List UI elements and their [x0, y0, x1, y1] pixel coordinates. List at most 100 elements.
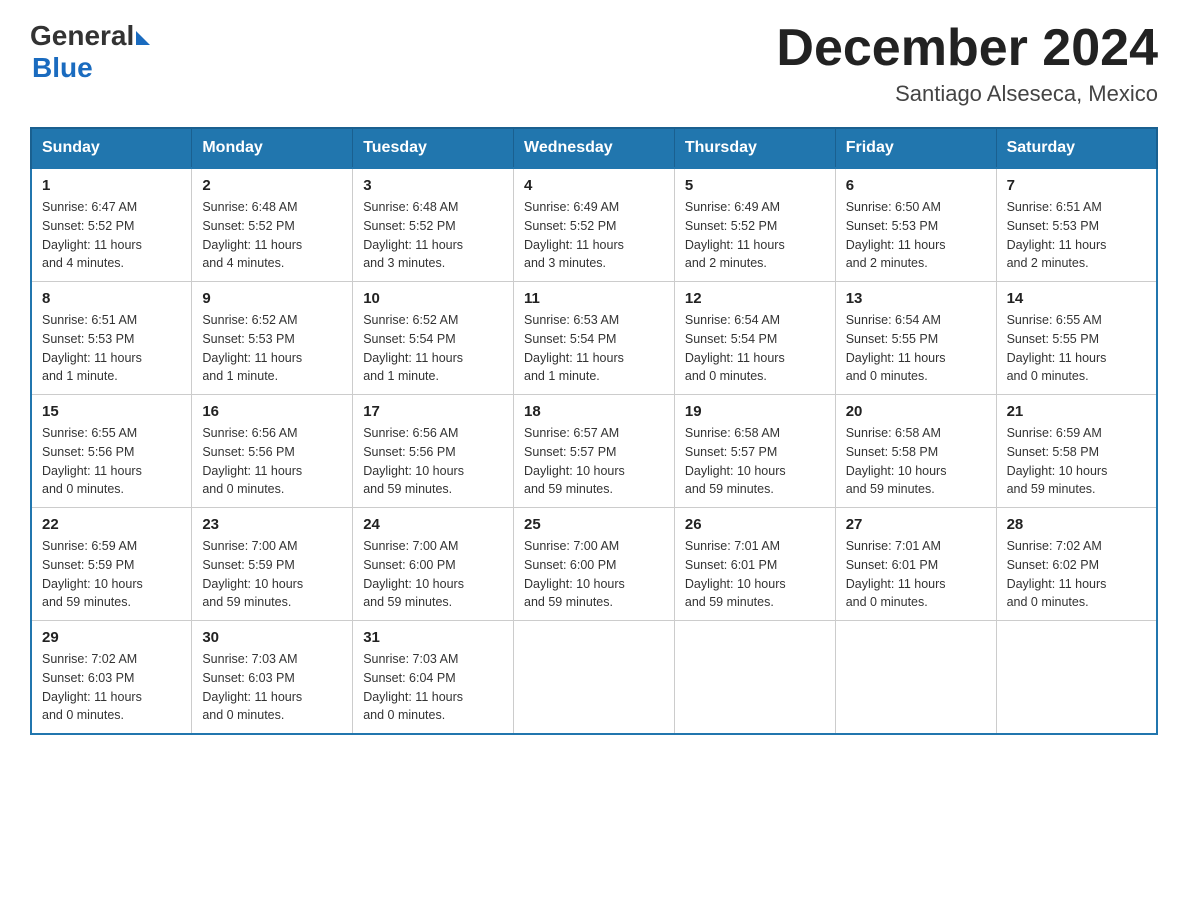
table-cell: 10 Sunrise: 6:52 AMSunset: 5:54 PMDaylig… [353, 282, 514, 395]
day-number: 17 [363, 403, 503, 420]
table-cell [835, 621, 996, 735]
day-number: 16 [202, 403, 342, 420]
day-info: Sunrise: 7:01 AMSunset: 6:01 PMDaylight:… [846, 537, 986, 612]
day-info: Sunrise: 7:02 AMSunset: 6:03 PMDaylight:… [42, 650, 181, 725]
day-info: Sunrise: 7:03 AMSunset: 6:04 PMDaylight:… [363, 650, 503, 725]
calendar-table: Sunday Monday Tuesday Wednesday Thursday… [30, 127, 1158, 735]
col-tuesday: Tuesday [353, 128, 514, 168]
table-cell [996, 621, 1157, 735]
day-info: Sunrise: 6:48 AMSunset: 5:52 PMDaylight:… [363, 198, 503, 273]
table-cell [674, 621, 835, 735]
table-cell: 7 Sunrise: 6:51 AMSunset: 5:53 PMDayligh… [996, 168, 1157, 282]
day-info: Sunrise: 7:03 AMSunset: 6:03 PMDaylight:… [202, 650, 342, 725]
day-number: 21 [1007, 403, 1146, 420]
day-info: Sunrise: 6:49 AMSunset: 5:52 PMDaylight:… [524, 198, 664, 273]
day-number: 3 [363, 177, 503, 194]
day-number: 28 [1007, 516, 1146, 533]
day-info: Sunrise: 7:00 AMSunset: 6:00 PMDaylight:… [363, 537, 503, 612]
table-cell: 8 Sunrise: 6:51 AMSunset: 5:53 PMDayligh… [31, 282, 192, 395]
day-number: 6 [846, 177, 986, 194]
col-saturday: Saturday [996, 128, 1157, 168]
table-cell: 22 Sunrise: 6:59 AMSunset: 5:59 PMDaylig… [31, 508, 192, 621]
table-cell: 31 Sunrise: 7:03 AMSunset: 6:04 PMDaylig… [353, 621, 514, 735]
table-cell: 29 Sunrise: 7:02 AMSunset: 6:03 PMDaylig… [31, 621, 192, 735]
day-info: Sunrise: 6:47 AMSunset: 5:52 PMDaylight:… [42, 198, 181, 273]
day-info: Sunrise: 6:55 AMSunset: 5:55 PMDaylight:… [1007, 311, 1146, 386]
table-cell: 14 Sunrise: 6:55 AMSunset: 5:55 PMDaylig… [996, 282, 1157, 395]
table-cell: 11 Sunrise: 6:53 AMSunset: 5:54 PMDaylig… [514, 282, 675, 395]
table-cell: 15 Sunrise: 6:55 AMSunset: 5:56 PMDaylig… [31, 395, 192, 508]
day-number: 19 [685, 403, 825, 420]
day-number: 20 [846, 403, 986, 420]
day-number: 12 [685, 290, 825, 307]
table-cell: 18 Sunrise: 6:57 AMSunset: 5:57 PMDaylig… [514, 395, 675, 508]
logo: General Blue [30, 20, 150, 84]
day-number: 26 [685, 516, 825, 533]
day-info: Sunrise: 6:52 AMSunset: 5:53 PMDaylight:… [202, 311, 342, 386]
page-header: General Blue December 2024 Santiago Alse… [30, 20, 1158, 107]
table-cell [514, 621, 675, 735]
table-cell: 13 Sunrise: 6:54 AMSunset: 5:55 PMDaylig… [835, 282, 996, 395]
day-number: 23 [202, 516, 342, 533]
table-cell: 19 Sunrise: 6:58 AMSunset: 5:57 PMDaylig… [674, 395, 835, 508]
week-row-2: 8 Sunrise: 6:51 AMSunset: 5:53 PMDayligh… [31, 282, 1157, 395]
table-cell: 5 Sunrise: 6:49 AMSunset: 5:52 PMDayligh… [674, 168, 835, 282]
table-cell: 21 Sunrise: 6:59 AMSunset: 5:58 PMDaylig… [996, 395, 1157, 508]
day-info: Sunrise: 7:01 AMSunset: 6:01 PMDaylight:… [685, 537, 825, 612]
table-cell: 1 Sunrise: 6:47 AMSunset: 5:52 PMDayligh… [31, 168, 192, 282]
table-cell: 24 Sunrise: 7:00 AMSunset: 6:00 PMDaylig… [353, 508, 514, 621]
week-row-4: 22 Sunrise: 6:59 AMSunset: 5:59 PMDaylig… [31, 508, 1157, 621]
calendar-location: Santiago Alseseca, Mexico [776, 81, 1158, 107]
day-info: Sunrise: 6:56 AMSunset: 5:56 PMDaylight:… [202, 424, 342, 499]
day-number: 30 [202, 629, 342, 646]
table-cell: 2 Sunrise: 6:48 AMSunset: 5:52 PMDayligh… [192, 168, 353, 282]
day-number: 1 [42, 177, 181, 194]
day-number: 7 [1007, 177, 1146, 194]
day-info: Sunrise: 6:57 AMSunset: 5:57 PMDaylight:… [524, 424, 664, 499]
day-info: Sunrise: 6:52 AMSunset: 5:54 PMDaylight:… [363, 311, 503, 386]
table-cell: 23 Sunrise: 7:00 AMSunset: 5:59 PMDaylig… [192, 508, 353, 621]
week-row-1: 1 Sunrise: 6:47 AMSunset: 5:52 PMDayligh… [31, 168, 1157, 282]
day-number: 14 [1007, 290, 1146, 307]
day-number: 25 [524, 516, 664, 533]
day-info: Sunrise: 6:58 AMSunset: 5:57 PMDaylight:… [685, 424, 825, 499]
col-monday: Monday [192, 128, 353, 168]
day-info: Sunrise: 6:51 AMSunset: 5:53 PMDaylight:… [1007, 198, 1146, 273]
day-number: 31 [363, 629, 503, 646]
table-cell: 26 Sunrise: 7:01 AMSunset: 6:01 PMDaylig… [674, 508, 835, 621]
table-cell: 20 Sunrise: 6:58 AMSunset: 5:58 PMDaylig… [835, 395, 996, 508]
day-info: Sunrise: 6:48 AMSunset: 5:52 PMDaylight:… [202, 198, 342, 273]
day-info: Sunrise: 7:02 AMSunset: 6:02 PMDaylight:… [1007, 537, 1146, 612]
day-number: 2 [202, 177, 342, 194]
week-row-5: 29 Sunrise: 7:02 AMSunset: 6:03 PMDaylig… [31, 621, 1157, 735]
day-info: Sunrise: 6:51 AMSunset: 5:53 PMDaylight:… [42, 311, 181, 386]
week-row-3: 15 Sunrise: 6:55 AMSunset: 5:56 PMDaylig… [31, 395, 1157, 508]
table-cell: 4 Sunrise: 6:49 AMSunset: 5:52 PMDayligh… [514, 168, 675, 282]
day-info: Sunrise: 6:50 AMSunset: 5:53 PMDaylight:… [846, 198, 986, 273]
table-cell: 3 Sunrise: 6:48 AMSunset: 5:52 PMDayligh… [353, 168, 514, 282]
title-block: December 2024 Santiago Alseseca, Mexico [776, 20, 1158, 107]
table-cell: 25 Sunrise: 7:00 AMSunset: 6:00 PMDaylig… [514, 508, 675, 621]
col-thursday: Thursday [674, 128, 835, 168]
day-info: Sunrise: 6:55 AMSunset: 5:56 PMDaylight:… [42, 424, 181, 499]
logo-arrow-icon [136, 31, 150, 45]
table-cell: 16 Sunrise: 6:56 AMSunset: 5:56 PMDaylig… [192, 395, 353, 508]
day-info: Sunrise: 6:49 AMSunset: 5:52 PMDaylight:… [685, 198, 825, 273]
day-number: 9 [202, 290, 342, 307]
logo-general-text: General [30, 20, 134, 52]
logo-blue-text: Blue [32, 52, 93, 84]
day-number: 5 [685, 177, 825, 194]
table-cell: 9 Sunrise: 6:52 AMSunset: 5:53 PMDayligh… [192, 282, 353, 395]
day-info: Sunrise: 6:58 AMSunset: 5:58 PMDaylight:… [846, 424, 986, 499]
day-number: 24 [363, 516, 503, 533]
day-info: Sunrise: 6:54 AMSunset: 5:55 PMDaylight:… [846, 311, 986, 386]
day-info: Sunrise: 6:59 AMSunset: 5:59 PMDaylight:… [42, 537, 181, 612]
col-sunday: Sunday [31, 128, 192, 168]
day-number: 15 [42, 403, 181, 420]
day-info: Sunrise: 7:00 AMSunset: 6:00 PMDaylight:… [524, 537, 664, 612]
day-info: Sunrise: 6:54 AMSunset: 5:54 PMDaylight:… [685, 311, 825, 386]
day-number: 22 [42, 516, 181, 533]
table-cell: 6 Sunrise: 6:50 AMSunset: 5:53 PMDayligh… [835, 168, 996, 282]
day-info: Sunrise: 6:56 AMSunset: 5:56 PMDaylight:… [363, 424, 503, 499]
calendar-title: December 2024 [776, 20, 1158, 77]
